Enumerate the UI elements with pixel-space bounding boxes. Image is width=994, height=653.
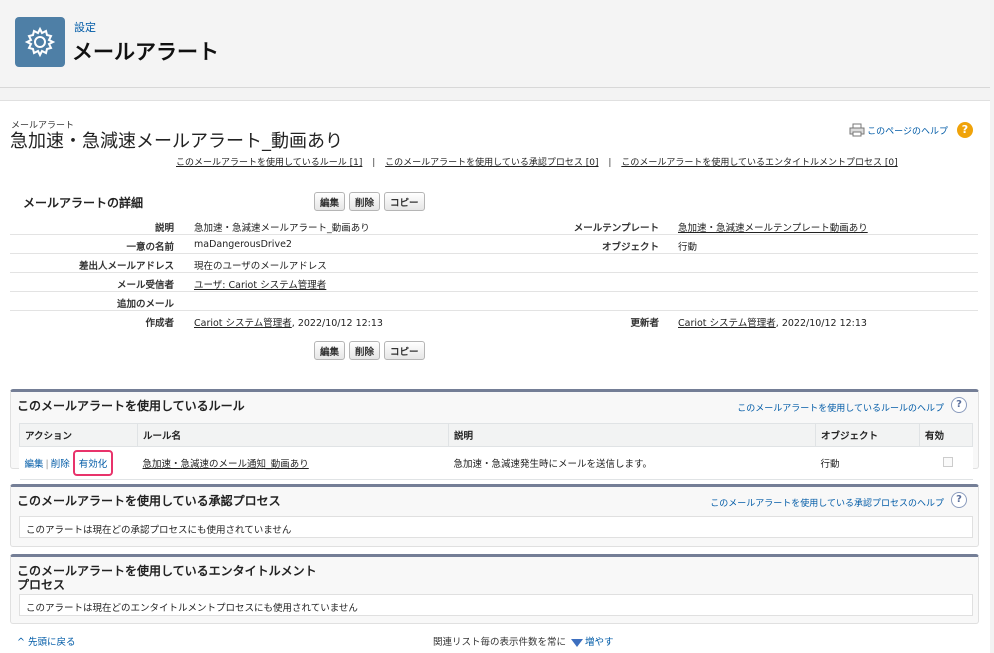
object-label: オブジェクト bbox=[601, 242, 659, 253]
rules-section: このメールアラートを使用しているルール このメールアラートを使用しているルールの… bbox=[10, 389, 979, 480]
entitlement-section: このメールアラートを使用しているエンタイトルメント プロセス このアラートは現在… bbox=[10, 554, 979, 624]
detail-row: 差出人メールアドレス 現在のユーザのメールアドレス bbox=[10, 254, 978, 273]
gear-icon bbox=[15, 17, 65, 67]
col-description: 説明 bbox=[448, 423, 816, 447]
detail-row: 説明 急加速・急減速メールアラート_動画あり メールテンプレート 急加速・急減速… bbox=[10, 216, 978, 235]
approval-empty-message: このアラートは現在どの承認プロセスにも使用されていません bbox=[19, 516, 973, 538]
bottom-button-group: 編集 削除 コピー bbox=[314, 341, 425, 360]
table-row: 編集 | 削除 有効化 急加速・急減速のメール通知_動画あり 急加速・急減速発生時にメ… bbox=[19, 446, 973, 480]
edit-button[interactable]: 編集 bbox=[314, 341, 346, 360]
action-divider: | bbox=[45, 459, 49, 470]
back-to-top-link[interactable]: ^ 先頭に戻る bbox=[17, 634, 75, 648]
printer-icon[interactable] bbox=[849, 123, 865, 137]
created-by-link[interactable]: Cariot システム管理者 bbox=[194, 318, 292, 329]
approval-help-link[interactable]: このメールアラートを使用している承認プロセスのヘルプ bbox=[710, 496, 944, 509]
edit-button[interactable]: 編集 bbox=[314, 192, 346, 211]
col-object: オブジェクト bbox=[815, 423, 920, 447]
modified-date: , 2022/10/12 12:13 bbox=[775, 318, 867, 329]
created-value: Cariot システム管理者, 2022/10/12 12:13 bbox=[194, 315, 383, 329]
detail-row: 一意の名前 maDangerousDrive2 オブジェクト 行動 bbox=[10, 235, 978, 254]
entitlement-empty-message: このアラートは現在どのエンタイトルメントプロセスにも使用されていません bbox=[19, 594, 973, 616]
rules-section-title: このメールアラートを使用しているルール bbox=[17, 399, 245, 413]
modified-value: Cariot システム管理者, 2022/10/12 12:13 bbox=[678, 315, 867, 329]
from-label: 差出人メールアドレス bbox=[78, 261, 174, 272]
triangle-down-icon[interactable] bbox=[571, 638, 584, 647]
rule-name-cell: 急加速・急減速のメール通知_動画あり bbox=[137, 446, 449, 480]
additional-email-label: 追加のメール bbox=[116, 299, 174, 310]
record-name: 急加速・急減速メールアラート_動画あり bbox=[10, 131, 343, 152]
template-label: メールテンプレート bbox=[573, 223, 659, 234]
action-cell: 編集 | 削除 有効化 bbox=[19, 446, 138, 480]
help-icon[interactable]: ? bbox=[957, 122, 973, 138]
activate-link[interactable]: 有効化 bbox=[79, 459, 108, 470]
recipient-label: メール受信者 bbox=[116, 280, 174, 291]
modified-label: 更新者 bbox=[630, 318, 659, 329]
setup-header: 設定 メールアラート bbox=[0, 0, 990, 88]
created-label: 作成者 bbox=[145, 318, 174, 329]
page-title: メールアラート bbox=[72, 40, 219, 64]
breadcrumb-setup[interactable]: 設定 bbox=[74, 19, 96, 35]
copy-button[interactable]: コピー bbox=[384, 192, 425, 211]
rule-object: 行動 bbox=[815, 446, 920, 480]
template-link[interactable]: 急加速・急減速メールテンプレート動画あり bbox=[678, 220, 868, 234]
top-button-group: 編集 削除 コピー bbox=[314, 192, 425, 211]
page-help-link[interactable]: このページのヘルプ bbox=[849, 123, 948, 137]
entitlement-title-line1: このメールアラートを使用しているエンタイトルメント bbox=[17, 564, 317, 578]
delete-button[interactable]: 削除 bbox=[349, 192, 381, 211]
help-icon[interactable]: ? bbox=[951, 492, 967, 508]
divider: | bbox=[372, 158, 376, 168]
link-rules[interactable]: このメールアラートを使用しているルール [1] bbox=[176, 158, 362, 168]
list-size-control: 関連リスト毎の表示件数を常に 増やす bbox=[433, 634, 614, 648]
rules-help-link[interactable]: このメールアラートを使用しているルールのヘルプ bbox=[737, 401, 944, 414]
delete-button[interactable]: 削除 bbox=[349, 341, 381, 360]
activate-highlight: 有効化 bbox=[72, 450, 114, 476]
object-value: 行動 bbox=[678, 242, 698, 253]
recipient-link[interactable]: ユーザ: Cariot システム管理者 bbox=[194, 277, 326, 291]
entitlement-title-line2: プロセス bbox=[17, 578, 66, 592]
unique-name-value: maDangerousDrive2 bbox=[194, 239, 292, 250]
detail-row: メール受信者 ユーザ: Cariot システム管理者 bbox=[10, 273, 978, 292]
increase-link[interactable]: 増やす bbox=[585, 637, 614, 648]
created-date: , 2022/10/12 12:13 bbox=[291, 318, 383, 329]
rules-table: アクション ルール名 説明 オブジェクト 有効 編集 | 削除 有効化 急加速・急減速… bbox=[19, 423, 973, 480]
modified-by-link[interactable]: Cariot システム管理者 bbox=[678, 318, 776, 329]
col-active: 有効 bbox=[919, 423, 973, 447]
active-cell bbox=[919, 446, 973, 480]
divider: | bbox=[608, 158, 612, 168]
approval-section-title: このメールアラートを使用している承認プロセス bbox=[17, 494, 281, 508]
detail-title: メールアラートの詳細 bbox=[23, 196, 144, 210]
help-icon[interactable]: ? bbox=[951, 397, 967, 413]
unique-name-label: 一意の名前 bbox=[126, 242, 174, 253]
approval-section: このメールアラートを使用している承認プロセス このメールアラートを使用している承… bbox=[10, 484, 979, 547]
detail-row: 追加のメール bbox=[10, 292, 978, 311]
col-action: アクション bbox=[19, 423, 138, 447]
rule-description: 急加速・急減速発生時にメールを送信します。 bbox=[448, 446, 816, 480]
main-content: メールアラート 急加速・急減速メールアラート_動画あり このページのヘルプ ? … bbox=[0, 100, 990, 653]
list-size-text: 関連リスト毎の表示件数を常に bbox=[433, 637, 567, 648]
entitlement-section-title: このメールアラートを使用しているエンタイトルメント プロセス bbox=[17, 564, 317, 592]
related-links: このメールアラートを使用しているルール [1] | このメールアラートを使用して… bbox=[176, 155, 898, 168]
description-label: 説明 bbox=[154, 223, 174, 234]
from-value: 現在のユーザのメールアドレス bbox=[194, 261, 327, 272]
copy-button[interactable]: コピー bbox=[384, 341, 425, 360]
description-value: 急加速・急減速メールアラート_動画あり bbox=[194, 223, 370, 234]
page-help-label[interactable]: このページのヘルプ bbox=[867, 124, 948, 137]
detail-row: 作成者 Cariot システム管理者, 2022/10/12 12:13 更新者… bbox=[10, 311, 978, 330]
edit-link[interactable]: 編集 bbox=[25, 459, 44, 470]
delete-link[interactable]: 削除 bbox=[51, 459, 70, 470]
rule-name-link[interactable]: 急加速・急減速のメール通知_動画あり bbox=[143, 459, 309, 470]
link-approvals[interactable]: このメールアラートを使用している承認プロセス [0] bbox=[385, 158, 598, 168]
table-header-row: アクション ルール名 説明 オブジェクト 有効 bbox=[19, 423, 973, 447]
col-rule-name: ルール名 bbox=[137, 423, 449, 447]
active-checkbox bbox=[942, 456, 953, 467]
link-entitlements[interactable]: このメールアラートを使用しているエンタイトルメントプロセス [0] bbox=[621, 158, 897, 168]
